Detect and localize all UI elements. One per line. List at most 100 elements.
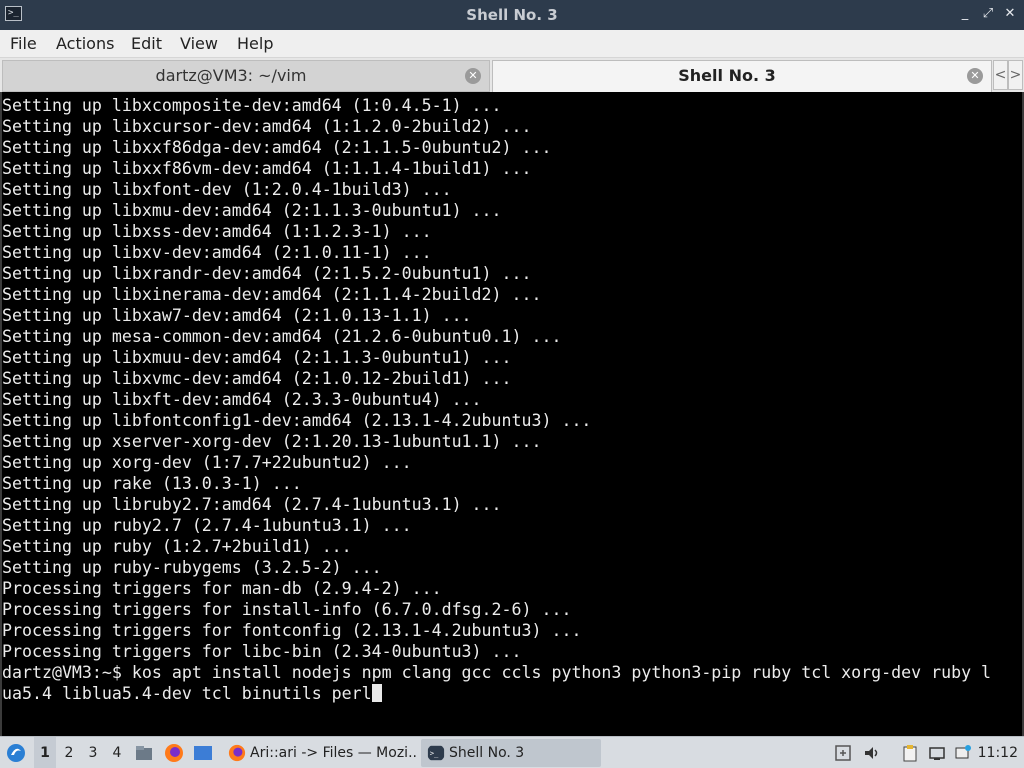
task-label: Ari::ari -> Files — Mozi... [250,745,416,761]
terminal-line: Setting up libxv-dev:amd64 (2:1.0.11-1) … [2,242,1022,263]
tab-label: dartz@VM3: ~/vim [155,66,307,85]
terminal-line-text: Setting up libxaw7-dev:amd64 (2:1.0.13-1… [2,306,472,325]
terminal-line-text: Setting up ruby2.7 (2.7.4-1ubuntu3.1) ..… [2,516,412,535]
terminal-line: Setting up libxrandr-dev:amd64 (2:1.5.2-… [2,263,1022,284]
tab-scroll-right-icon[interactable]: > [1008,60,1023,90]
terminal-line-text: Setting up libxss-dev:amd64 (1:1.2.3-1) … [2,222,432,241]
menu-edit[interactable]: Edit [131,30,162,58]
terminal-line: Setting up ruby-rubygems (3.2.5-2) ... [2,557,1022,578]
firefox-task-icon [228,744,246,762]
tab-scroll-left-icon[interactable]: < [993,60,1008,90]
terminal-cursor [371,684,382,702]
window-titlebar[interactable]: >_ Shell No. 3 _ ⤢ ✕ [0,0,1024,30]
terminal-line-text: dartz@VM3:~$ kos apt install nodejs npm … [2,663,992,682]
firefox-icon[interactable] [164,743,184,763]
terminal-line-text: Setting up libxcomposite-dev:amd64 (1:0.… [2,96,502,115]
terminal-line: Processing triggers for libc-bin (2.34-0… [2,641,1022,662]
terminal-line-text: Setting up ruby-rubygems (3.2.5-2) ... [2,558,382,577]
terminal-line: Processing triggers for install-info (6.… [2,599,1022,620]
terminal-line-text: Setting up libxv-dev:amd64 (2:1.0.11-1) … [2,243,432,262]
terminal-line: Setting up libxmuu-dev:amd64 (2:1.1.3-0u… [2,347,1022,368]
tab-close-icon[interactable]: ✕ [967,68,983,84]
terminal-line-text: Setting up libxxf86dga-dev:amd64 (2:1.1.… [2,138,552,157]
taskbar: 1 2 3 4 Ari::ari -> Files — Mozi... >_ S… [0,736,1024,768]
terminal-line: Setting up libxss-dev:amd64 (1:1.2.3-1) … [2,221,1022,242]
terminal-line: Setting up mesa-common-dev:amd64 (21.2.6… [2,326,1022,347]
terminal-line: Setting up rake (13.0.3-1) ... [2,473,1022,494]
terminal-line: Setting up ruby2.7 (2.7.4-1ubuntu3.1) ..… [2,515,1022,536]
notification-icon[interactable] [954,744,972,762]
network-icon[interactable] [928,744,946,762]
terminal-line-text: Setting up xserver-xorg-dev (2:1.20.13-1… [2,432,542,451]
start-menu-icon[interactable] [6,743,26,763]
minimize-button[interactable]: _ [956,5,974,23]
terminal-line: Setting up xserver-xorg-dev (2:1.20.13-1… [2,431,1022,452]
tab-bar: dartz@VM3: ~/vim ✕ Shell No. 3 ✕ < > [0,58,1024,92]
clipboard-icon[interactable] [901,744,919,762]
terminal-line: Setting up libxaw7-dev:amd64 (2:1.0.13-1… [2,305,1022,326]
terminal-line: ua5.4 liblua5.4-dev tcl binutils perl [2,683,1022,704]
desktop-3[interactable]: 3 [82,737,104,768]
terminal-line-text: Setting up libxmuu-dev:amd64 (2:1.1.3-0u… [2,348,512,367]
terminal-line: Setting up libxxf86vm-dev:amd64 (1:1.1.4… [2,158,1022,179]
terminal-line-text: Setting up mesa-common-dev:amd64 (21.2.6… [2,327,562,346]
terminal-line-text: Setting up libxinerama-dev:amd64 (2:1.1.… [2,285,542,304]
window-title: Shell No. 3 [466,6,558,24]
tab-shell-3[interactable]: Shell No. 3 ✕ [492,60,992,92]
terminal-line-text: Setting up ruby (1:2.7+2build1) ... [2,537,352,556]
task-firefox[interactable]: Ari::ari -> Files — Mozi... [222,739,416,767]
terminal-line-text: Setting up rake (13.0.3-1) ... [2,474,302,493]
terminal-line: Setting up libruby2.7:amd64 (2.7.4-1ubun… [2,494,1022,515]
terminal-line-text: Setting up libxmu-dev:amd64 (2:1.1.3-0ub… [2,201,502,220]
terminal-line-text: ua5.4 liblua5.4-dev tcl binutils perl [2,684,372,703]
terminal-line: Setting up libxvmc-dev:amd64 (2:1.0.12-2… [2,368,1022,389]
terminal-line: Setting up libxft-dev:amd64 (2.3.3-0ubun… [2,389,1022,410]
terminal-line-text: Setting up libxxf86vm-dev:amd64 (1:1.1.4… [2,159,532,178]
menu-view[interactable]: View [180,30,218,58]
close-button[interactable]: ✕ [1001,5,1019,23]
menu-help[interactable]: Help [237,30,273,58]
task-shell-3[interactable]: >_ Shell No. 3 [421,739,601,767]
show-desktop-icon[interactable] [193,743,213,763]
menu-file[interactable]: File [10,30,37,58]
terminal-line: Setting up libxfont-dev (1:2.0.4-1build3… [2,179,1022,200]
terminal-line: Setting up xorg-dev (1:7.7+22ubuntu2) ..… [2,452,1022,473]
terminal-line-text: Setting up libxrandr-dev:amd64 (2:1.5.2-… [2,264,532,283]
terminal-line-text: Setting up libxfont-dev (1:2.0.4-1build3… [2,180,452,199]
terminal-line: Processing triggers for fontconfig (2.13… [2,620,1022,641]
terminal-line-text: Setting up libxcursor-dev:amd64 (1:1.2.0… [2,117,532,136]
terminal-line: Setting up libfontconfig1-dev:amd64 (2.1… [2,410,1022,431]
desktop-1[interactable]: 1 [34,737,56,768]
terminal-line: Setting up ruby (1:2.7+2build1) ... [2,536,1022,557]
terminal-line: dartz@VM3:~$ kos apt install nodejs npm … [2,662,1022,683]
terminal-line-text: Processing triggers for fontconfig (2.13… [2,621,582,640]
file-manager-icon[interactable] [134,743,154,763]
terminal-line: Setting up libxcursor-dev:amd64 (1:1.2.0… [2,116,1022,137]
task-label: Shell No. 3 [449,745,525,761]
terminal-line-text: Processing triggers for man-db (2.9.4-2)… [2,579,442,598]
terminal-line-text: Setting up libxft-dev:amd64 (2.3.3-0ubun… [2,390,482,409]
terminal-line-text: Processing triggers for libc-bin (2.34-0… [2,642,522,661]
volume-icon[interactable] [863,744,881,762]
tab-close-icon[interactable]: ✕ [465,68,481,84]
terminal-line-text: Setting up libxvmc-dev:amd64 (2:1.0.12-2… [2,369,512,388]
svg-text:>_: >_ [430,749,439,758]
maximize-button[interactable]: ⤢ [979,5,997,23]
terminal-line: Setting up libxxf86dga-dev:amd64 (2:1.1.… [2,137,1022,158]
terminal-line: Setting up libxinerama-dev:amd64 (2:1.1.… [2,284,1022,305]
clock[interactable]: 11:12 [978,737,1018,768]
terminal-task-icon: >_ [427,745,445,761]
terminal-line-text: Setting up xorg-dev (1:7.7+22ubuntu2) ..… [2,453,412,472]
tab-label: Shell No. 3 [678,66,776,85]
desktop-2[interactable]: 2 [58,737,80,768]
terminal-line: Setting up libxmu-dev:amd64 (2:1.1.3-0ub… [2,200,1022,221]
terminal-line-text: Setting up libruby2.7:amd64 (2.7.4-1ubun… [2,495,502,514]
tab-vim[interactable]: dartz@VM3: ~/vim ✕ [2,60,490,92]
menu-actions[interactable]: Actions [56,30,114,58]
panel-icon[interactable] [834,744,852,762]
terminal-line: Processing triggers for man-db (2.9.4-2)… [2,578,1022,599]
terminal-output[interactable]: Setting up libxcomposite-dev:amd64 (1:0.… [0,92,1024,736]
desktop-4[interactable]: 4 [106,737,128,768]
menu-bar: File Actions Edit View Help [0,30,1024,58]
terminal-line-text: Setting up libfontconfig1-dev:amd64 (2.1… [2,411,592,430]
